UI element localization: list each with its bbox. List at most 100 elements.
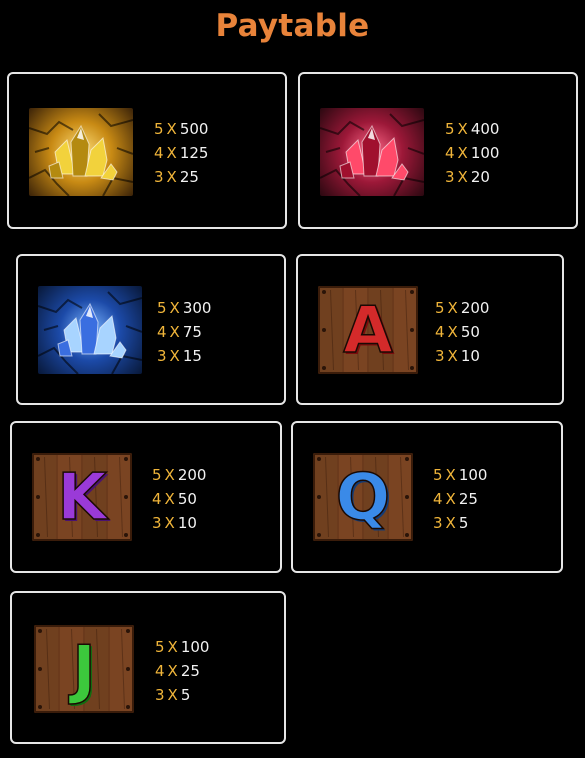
payout-value: 300 bbox=[182, 299, 212, 317]
payout-multiplier-sign: X bbox=[166, 168, 177, 186]
payout-multiplier-sign: X bbox=[447, 299, 458, 317]
payout-row: 3 X 10 bbox=[435, 344, 489, 368]
paytable-card-letter-a: AA 5 X 200 4 X 50 3 X 10 bbox=[296, 254, 564, 405]
paytable-card-letter-k: KK 5 X 200 4 X 50 3 X 10 bbox=[10, 421, 282, 573]
payout-count: 3 bbox=[433, 514, 443, 532]
paytable-card-red-crystal: 5 X 400 4 X 100 3 X 20 bbox=[298, 72, 578, 229]
payout-count: 5 bbox=[154, 120, 164, 138]
payout-count: 5 bbox=[152, 466, 162, 484]
payout-count: 4 bbox=[152, 490, 162, 508]
payout-count: 3 bbox=[155, 686, 165, 704]
payout-value: 25 bbox=[458, 490, 478, 508]
payout-count: 4 bbox=[445, 144, 455, 162]
letter-j-icon: JJ bbox=[34, 625, 134, 713]
payout-row: 5 X 400 bbox=[445, 117, 499, 141]
payout-value: 500 bbox=[179, 120, 209, 138]
payout-value: 5 bbox=[458, 514, 469, 532]
payout-value: 400 bbox=[470, 120, 500, 138]
payout-value: 100 bbox=[470, 144, 500, 162]
payout-count: 3 bbox=[152, 514, 162, 532]
payout-multiplier-sign: X bbox=[445, 514, 456, 532]
blue-crystal-icon bbox=[38, 286, 142, 374]
payout-row: 3 X 15 bbox=[157, 344, 211, 368]
payout-multiplier-sign: X bbox=[457, 168, 468, 186]
payout-row: 4 X 25 bbox=[433, 487, 487, 511]
payout-multiplier-sign: X bbox=[447, 347, 458, 365]
payout-row: 5 X 200 bbox=[152, 463, 206, 487]
payout-value: 125 bbox=[179, 144, 209, 162]
payout-multiplier-sign: X bbox=[169, 347, 180, 365]
payout-multiplier-sign: X bbox=[447, 323, 458, 341]
payout-row: 4 X 50 bbox=[435, 320, 489, 344]
payout-multiplier-sign: X bbox=[457, 144, 468, 162]
paytable-card-blue-crystal: 5 X 300 4 X 75 3 X 15 bbox=[16, 254, 286, 405]
payout-count: 5 bbox=[155, 638, 165, 656]
letter-k-icon: KK bbox=[32, 453, 132, 541]
payout-count: 5 bbox=[157, 299, 167, 317]
payout-count: 5 bbox=[445, 120, 455, 138]
paytable-card-gold-crystal: 5 X 500 4 X 125 3 X 25 bbox=[7, 72, 287, 229]
payout-value: 5 bbox=[180, 686, 191, 704]
payout-count: 4 bbox=[433, 490, 443, 508]
payout-row: 4 X 75 bbox=[157, 320, 211, 344]
payout-value: 100 bbox=[458, 466, 488, 484]
payout-row: 5 X 100 bbox=[155, 635, 209, 659]
payout-list: 5 X 200 4 X 50 3 X 10 bbox=[435, 296, 489, 368]
payout-value: 10 bbox=[177, 514, 197, 532]
payout-count: 3 bbox=[154, 168, 164, 186]
payout-multiplier-sign: X bbox=[164, 466, 175, 484]
payout-row: 4 X 50 bbox=[152, 487, 206, 511]
payout-row: 5 X 200 bbox=[435, 296, 489, 320]
payout-multiplier-sign: X bbox=[167, 662, 178, 680]
payout-count: 4 bbox=[154, 144, 164, 162]
payout-row: 5 X 100 bbox=[433, 463, 487, 487]
payout-count: 5 bbox=[435, 299, 445, 317]
payout-value: 20 bbox=[470, 168, 490, 186]
payout-count: 4 bbox=[155, 662, 165, 680]
payout-value: 25 bbox=[180, 662, 200, 680]
payout-multiplier-sign: X bbox=[167, 686, 178, 704]
payout-row: 3X5 bbox=[155, 683, 209, 707]
paytable-card-letter-j: JJ 5 X 100 4 X 25 3 X 5 bbox=[10, 591, 286, 744]
payout-value: 10 bbox=[460, 347, 480, 365]
payout-row: 4 X 100 bbox=[445, 141, 499, 165]
payout-list: 5 X 200 4 X 50 3 X 10 bbox=[152, 463, 206, 535]
payout-row: 3 X 10 bbox=[152, 511, 206, 535]
payout-multiplier-sign: X bbox=[445, 466, 456, 484]
payout-multiplier-sign: X bbox=[166, 144, 177, 162]
payout-value: 100 bbox=[180, 638, 210, 656]
payout-multiplier-sign: X bbox=[457, 120, 468, 138]
red-crystal-icon bbox=[320, 108, 424, 196]
payout-row: 5 X 500 bbox=[154, 117, 208, 141]
payout-row: 4 X 125 bbox=[154, 141, 208, 165]
payout-value: 50 bbox=[460, 323, 480, 341]
payout-value: 25 bbox=[179, 168, 199, 186]
payout-row: 4 X 25 bbox=[155, 659, 209, 683]
gold-crystal-icon bbox=[29, 108, 133, 196]
payout-multiplier-sign: X bbox=[166, 120, 177, 138]
paytable-card-letter-q: QQ 5 X 100 4 X 25 3 X 5 bbox=[291, 421, 563, 573]
payout-list: 5 X 500 4 X 125 3 X 25 bbox=[154, 117, 208, 189]
payout-list: 5 X 100 4 X 25 3 X 5 bbox=[433, 463, 487, 535]
payout-row: 5 X 300 bbox=[157, 296, 211, 320]
payout-list: 5 X 400 4 X 100 3 X 20 bbox=[445, 117, 499, 189]
payout-value: 200 bbox=[460, 299, 490, 317]
payout-multiplier-sign: X bbox=[164, 490, 175, 508]
payout-count: 3 bbox=[435, 347, 445, 365]
letter-q-icon: QQ bbox=[313, 453, 413, 541]
letter-a-icon: AA bbox=[318, 286, 418, 374]
payout-row: 3 X 25 bbox=[154, 165, 208, 189]
payout-value: 50 bbox=[177, 490, 197, 508]
payout-count: 4 bbox=[435, 323, 445, 341]
svg-text:Q: Q bbox=[336, 461, 390, 535]
payout-row: 3X5 bbox=[433, 511, 487, 535]
payout-value: 200 bbox=[177, 466, 207, 484]
svg-text:A: A bbox=[343, 294, 393, 368]
payout-count: 5 bbox=[433, 466, 443, 484]
svg-text:J: J bbox=[68, 633, 96, 707]
payout-list: 5 X 300 4 X 75 3 X 15 bbox=[157, 296, 211, 368]
payout-value: 15 bbox=[182, 347, 202, 365]
payout-multiplier-sign: X bbox=[169, 299, 180, 317]
payout-multiplier-sign: X bbox=[167, 638, 178, 656]
payout-row: 3 X 20 bbox=[445, 165, 499, 189]
